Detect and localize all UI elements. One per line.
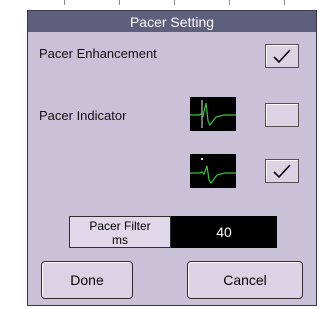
grid-tick bbox=[174, 0, 175, 5]
pacer-filter-label-line1: Pacer Filter bbox=[89, 219, 151, 233]
pacer-filter-label-line2: ms bbox=[112, 233, 128, 247]
cancel-button[interactable]: Cancel bbox=[187, 261, 303, 299]
pacer-setting-dialog: Pacer Setting Pacer Enhancement Pacer In… bbox=[27, 10, 317, 306]
pacer-enhancement-checkbox[interactable] bbox=[265, 44, 299, 68]
pacer-enhancement-label: Pacer Enhancement bbox=[39, 46, 157, 61]
grid-tick bbox=[64, 0, 65, 5]
grid-tick bbox=[119, 0, 120, 5]
checkmark-icon bbox=[273, 164, 291, 179]
grid-tick bbox=[229, 0, 230, 5]
ecg-with-pacer-marker-icon bbox=[190, 97, 236, 131]
ecg-without-pacer-marker-icon bbox=[190, 154, 236, 188]
pacer-indicator-marker-checkbox[interactable] bbox=[265, 103, 299, 127]
pacer-indicator-plain-checkbox[interactable] bbox=[265, 159, 299, 183]
pacer-indicator-label: Pacer Indicator bbox=[39, 108, 127, 123]
pacer-filter-value-field[interactable]: 40 bbox=[171, 216, 277, 248]
grid-tick bbox=[284, 0, 285, 5]
checkmark-icon bbox=[273, 49, 291, 64]
done-button[interactable]: Done bbox=[41, 261, 133, 299]
pacer-filter-label: Pacer Filter ms bbox=[69, 216, 171, 248]
dialog-title: Pacer Setting bbox=[28, 11, 316, 32]
